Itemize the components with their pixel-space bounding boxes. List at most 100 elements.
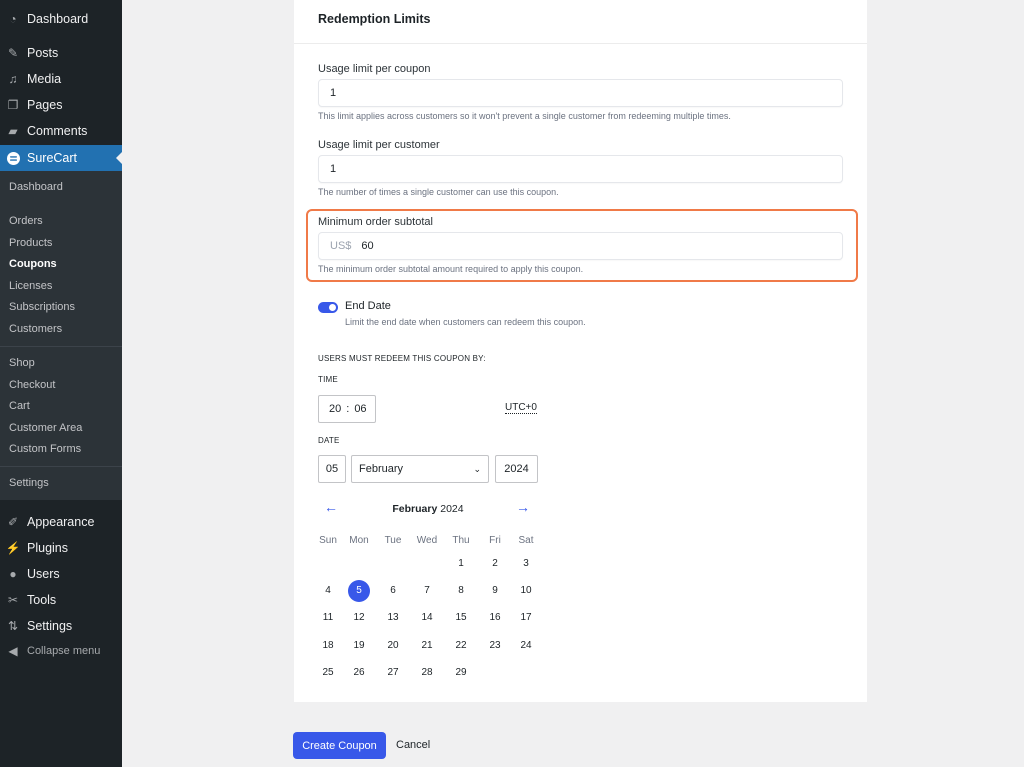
- menu-label: Dashboard: [27, 12, 89, 26]
- month-value: February: [359, 463, 404, 475]
- calendar-day[interactable]: 28: [416, 662, 438, 684]
- year-input[interactable]: 2024: [495, 455, 538, 483]
- calendar-day[interactable]: 18: [317, 635, 339, 657]
- calendar-day[interactable]: 4: [317, 580, 339, 602]
- submenu-item-cart[interactable]: Cart: [9, 400, 30, 412]
- card-title: Redemption Limits: [318, 12, 431, 26]
- calendar-day[interactable]: 16: [484, 607, 506, 629]
- end-date-toggle[interactable]: [318, 302, 338, 313]
- menu-item-surecart[interactable]: SureCart: [0, 145, 122, 171]
- pages-icon: ❐: [7, 98, 19, 112]
- calendar-day-selected[interactable]: 5: [348, 580, 370, 602]
- surecart-icon: [6, 151, 20, 165]
- calendar-day[interactable]: 3: [515, 553, 537, 575]
- menu-label: Comments: [27, 124, 88, 138]
- menu-item-plugins[interactable]: ⚡ Plugins: [0, 535, 122, 561]
- create-coupon-button[interactable]: Create Coupon: [293, 732, 386, 759]
- calendar-day[interactable]: 12: [348, 607, 370, 629]
- menu-item-settings[interactable]: ⇅ Settings: [0, 613, 122, 639]
- submenu-item-shop[interactable]: Shop: [9, 357, 35, 369]
- submenu-item-orders[interactable]: Orders: [9, 215, 43, 227]
- submenu-item-custom-forms[interactable]: Custom Forms: [9, 443, 81, 455]
- time-minute[interactable]: 06: [354, 403, 366, 415]
- menu-item-posts[interactable]: ✎ Posts: [0, 40, 122, 66]
- redeem-by-heading: USERS MUST REDEEM THIS COUPON BY:: [318, 354, 486, 363]
- menu-item-comments[interactable]: ▰ Comments: [0, 118, 122, 144]
- calendar-day[interactable]: 13: [382, 607, 404, 629]
- calendar-day[interactable]: 8: [450, 580, 472, 602]
- calendar-day[interactable]: 15: [450, 607, 472, 629]
- calendar-day[interactable]: 14: [416, 607, 438, 629]
- usage-per-coupon-value: 1: [330, 87, 337, 99]
- cancel-button[interactable]: Cancel: [396, 739, 430, 751]
- min-subtotal-label: Minimum order subtotal: [318, 216, 433, 228]
- calendar-day[interactable]: 19: [348, 635, 370, 657]
- weekday-label: Thu: [452, 535, 470, 546]
- menu-label: Users: [27, 567, 60, 581]
- submenu-item-checkout[interactable]: Checkout: [9, 379, 55, 391]
- calendar-day[interactable]: 17: [515, 607, 537, 629]
- menu-label: Pages: [27, 98, 63, 112]
- submenu-item-settings[interactable]: Settings: [9, 477, 49, 489]
- usage-per-coupon-input[interactable]: 1: [318, 79, 843, 107]
- menu-item-media[interactable]: ♫ Media: [0, 66, 122, 92]
- submenu-item-dashboard[interactable]: Dashboard: [9, 181, 63, 193]
- calendar-day[interactable]: 9: [484, 580, 506, 602]
- submenu-item-customer-area[interactable]: Customer Area: [9, 422, 82, 434]
- calendar-day[interactable]: 29: [450, 662, 472, 684]
- menu-label: Tools: [27, 593, 57, 607]
- submenu-item-customers[interactable]: Customers: [9, 323, 62, 335]
- currency-prefix: US$: [330, 240, 352, 252]
- min-subtotal-value: 60: [361, 240, 374, 252]
- calendar-year: 2024: [440, 503, 464, 515]
- menu-label: Appearance: [27, 515, 95, 529]
- year-value: 2024: [504, 463, 529, 475]
- collapse-icon: ◀: [8, 644, 18, 658]
- admin-sidebar: ◔ Dashboard ✎ Posts ♫ Media ❐ Pages ▰ Co…: [0, 0, 122, 767]
- menu-label: Settings: [27, 619, 73, 633]
- calendar-day[interactable]: 27: [382, 662, 404, 684]
- menu-item-dashboard[interactable]: ◔ Dashboard: [0, 6, 122, 32]
- menu-item-appearance[interactable]: ✐ Appearance: [0, 509, 122, 535]
- month-select[interactable]: February ⌄: [351, 455, 489, 483]
- collapse-menu-button[interactable]: ◀ Collapse menu: [0, 638, 122, 664]
- usage-per-coupon-help: This limit applies across customers so i…: [318, 111, 731, 121]
- calendar-day[interactable]: 21: [416, 635, 438, 657]
- calendar-day[interactable]: 25: [317, 662, 339, 684]
- calendar-day[interactable]: 24: [515, 635, 537, 657]
- pushpin-icon: ✎: [7, 46, 19, 60]
- calendar-day[interactable]: 23: [484, 635, 506, 657]
- calendar-day[interactable]: 6: [382, 580, 404, 602]
- menu-item-users[interactable]: ● Users: [0, 561, 122, 587]
- weekday-label: Sat: [518, 535, 534, 546]
- calendar-day[interactable]: 11: [317, 607, 339, 629]
- menu-label: Collapse menu: [27, 645, 101, 657]
- submenu-item-subscriptions[interactable]: Subscriptions: [9, 301, 75, 313]
- weekday-label: Mon: [349, 535, 369, 546]
- usage-per-coupon-label: Usage limit per coupon: [318, 63, 431, 75]
- calendar-day[interactable]: 1: [450, 553, 472, 575]
- usage-per-customer-help: The number of times a single customer ca…: [318, 187, 559, 197]
- calendar-day[interactable]: 22: [450, 635, 472, 657]
- submenu-item-coupons[interactable]: Coupons: [9, 258, 57, 270]
- end-date-label: End Date: [345, 300, 391, 312]
- submenu-item-products[interactable]: Products: [9, 237, 52, 249]
- min-subtotal-input[interactable]: US$ 60: [318, 232, 843, 260]
- menu-item-tools[interactable]: ✂ Tools: [0, 587, 122, 613]
- time-input[interactable]: 20 : 06: [318, 395, 376, 423]
- usage-per-customer-input[interactable]: 1: [318, 155, 843, 183]
- day-value: 05: [325, 463, 339, 475]
- calendar-month: February: [392, 503, 438, 515]
- menu-item-pages[interactable]: ❐ Pages: [0, 92, 122, 118]
- timezone-label: UTC+0: [505, 402, 537, 414]
- wrench-icon: ✂: [7, 593, 19, 607]
- time-hour[interactable]: 20: [329, 403, 341, 415]
- calendar-day[interactable]: 2: [484, 553, 506, 575]
- calendar-day[interactable]: 7: [416, 580, 438, 602]
- calendar-day[interactable]: 20: [382, 635, 404, 657]
- weekday-label: Sun: [319, 535, 337, 546]
- day-input[interactable]: 05: [318, 455, 346, 483]
- calendar-day[interactable]: 10: [515, 580, 537, 602]
- submenu-item-licenses[interactable]: Licenses: [9, 280, 52, 292]
- calendar-day[interactable]: 26: [348, 662, 370, 684]
